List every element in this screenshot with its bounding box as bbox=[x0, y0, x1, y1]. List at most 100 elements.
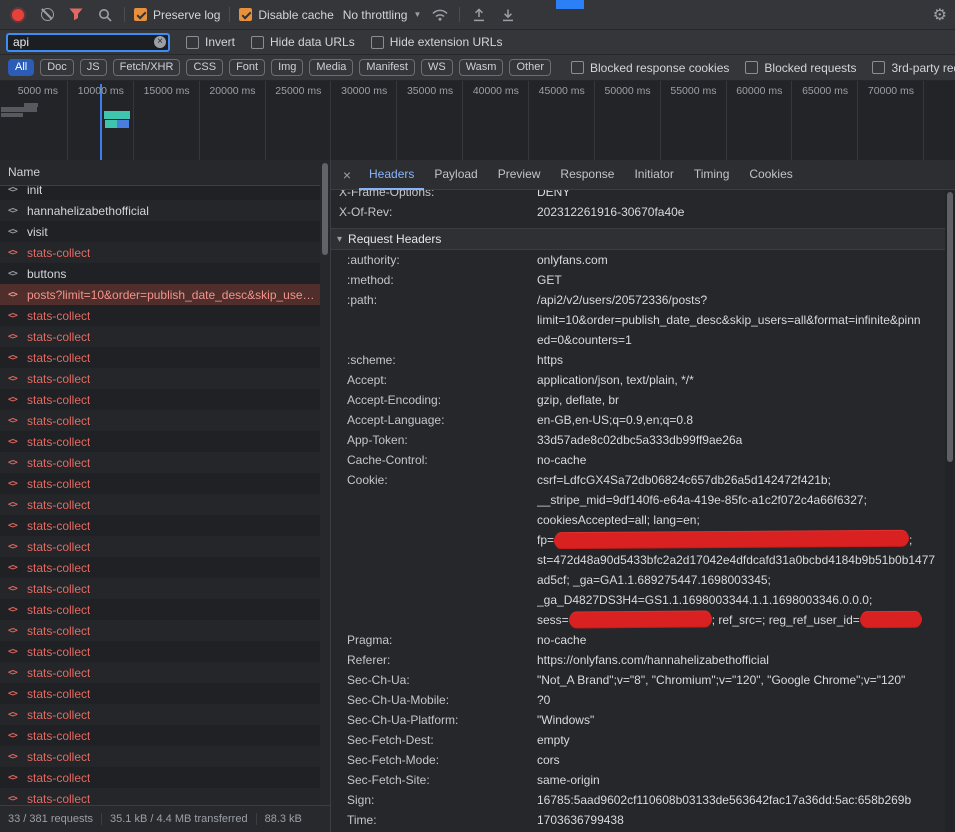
type-filter-img[interactable]: Img bbox=[271, 59, 303, 76]
header-row: :authority:onlyfans.com bbox=[331, 250, 955, 270]
script-icon: <> bbox=[8, 374, 22, 384]
request-row[interactable]: <>stats-collect bbox=[0, 578, 330, 599]
script-icon: <> bbox=[8, 479, 22, 489]
type-filter-js[interactable]: JS bbox=[80, 59, 107, 76]
record-button[interactable] bbox=[8, 5, 28, 25]
request-row[interactable]: <>stats-collect bbox=[0, 683, 330, 704]
clear-button[interactable] bbox=[37, 5, 57, 25]
request-row[interactable]: <>stats-collect bbox=[0, 326, 330, 347]
invert-checkbox[interactable]: Invert bbox=[186, 35, 235, 49]
request-row[interactable]: <>stats-collect bbox=[0, 389, 330, 410]
type-filter-doc[interactable]: Doc bbox=[40, 59, 74, 76]
type-filter-fetch-xhr[interactable]: Fetch/XHR bbox=[113, 59, 181, 76]
request-name: stats-collect bbox=[22, 582, 90, 596]
section-title: Request Headers bbox=[348, 232, 441, 246]
header-value-line: fp=; bbox=[537, 530, 955, 550]
preserve-log-checkbox[interactable]: Preserve log bbox=[134, 8, 220, 22]
type-filter-wasm[interactable]: Wasm bbox=[459, 59, 504, 76]
timeline-label: 15000 ms bbox=[128, 85, 190, 97]
clear-filter-icon[interactable]: × bbox=[154, 36, 166, 48]
filter-checkbox-blocked-response-cookies[interactable]: Blocked response cookies bbox=[571, 61, 729, 75]
type-filter-media[interactable]: Media bbox=[309, 59, 353, 76]
hide-extension-urls-checkbox[interactable]: Hide extension URLs bbox=[371, 35, 503, 49]
type-filter-all[interactable]: All bbox=[8, 59, 34, 76]
tab-preview[interactable]: Preview bbox=[488, 160, 551, 190]
filter-button[interactable] bbox=[66, 5, 86, 25]
request-row[interactable]: <>stats-collect bbox=[0, 620, 330, 641]
details-scrollbar-thumb[interactable] bbox=[947, 192, 953, 462]
timeline-label: 40000 ms bbox=[457, 85, 519, 97]
close-icon[interactable]: × bbox=[335, 167, 359, 183]
request-name: hannahelizabethofficial bbox=[22, 204, 149, 218]
type-filter-manifest[interactable]: Manifest bbox=[359, 59, 415, 76]
disable-cache-checkbox[interactable]: Disable cache bbox=[239, 8, 333, 22]
request-list: <>init<>hannahelizabethofficial<>visit<>… bbox=[0, 179, 330, 805]
timeline-label: 35000 ms bbox=[391, 85, 453, 97]
header-value: en-GB,en-US;q=0.9,en;q=0.8 bbox=[537, 410, 955, 430]
tab-cookies[interactable]: Cookies bbox=[739, 160, 802, 190]
request-row[interactable]: <>stats-collect bbox=[0, 494, 330, 515]
tab-headers[interactable]: Headers bbox=[359, 160, 424, 190]
tab-payload[interactable]: Payload bbox=[424, 160, 487, 190]
header-row: Accept:application/json, text/plain, */* bbox=[331, 370, 955, 390]
filter-checkbox-blocked-requests[interactable]: Blocked requests bbox=[745, 61, 856, 75]
toolbar-divider bbox=[459, 7, 460, 22]
timeline-overview[interactable]: 5000 ms10000 ms15000 ms20000 ms25000 ms3… bbox=[0, 81, 955, 160]
network-conditions-button[interactable] bbox=[430, 5, 450, 25]
tab-response[interactable]: Response bbox=[550, 160, 624, 190]
script-icon: <> bbox=[8, 416, 22, 426]
type-filter-css[interactable]: CSS bbox=[186, 59, 223, 76]
hide-data-urls-checkbox[interactable]: Hide data URLs bbox=[251, 35, 355, 49]
request-row[interactable]: <>stats-collect bbox=[0, 452, 330, 473]
request-row[interactable]: <>buttons bbox=[0, 263, 330, 284]
hide-extension-urls-label: Hide extension URLs bbox=[390, 35, 503, 49]
request-row[interactable]: <>stats-collect bbox=[0, 305, 330, 326]
filter-checkbox-3rd-party-requests[interactable]: 3rd-party requests bbox=[872, 61, 955, 75]
request-headers-section[interactable]: ▾ Request Headers bbox=[331, 228, 955, 250]
settings-button[interactable]: ⚙ bbox=[933, 5, 947, 25]
import-har-button[interactable] bbox=[469, 5, 489, 25]
tab-timing[interactable]: Timing bbox=[684, 160, 740, 190]
devtools-network-panel: Preserve log Disable cache No throttling… bbox=[0, 0, 955, 832]
type-filter-font[interactable]: Font bbox=[229, 59, 265, 76]
request-row[interactable]: <>stats-collect bbox=[0, 725, 330, 746]
filter-input[interactable] bbox=[6, 33, 170, 52]
request-row[interactable]: <>stats-collect bbox=[0, 599, 330, 620]
checkbox-icon bbox=[745, 61, 758, 74]
request-row[interactable]: <>posts?limit=10&order=publish_date_desc… bbox=[0, 284, 330, 305]
request-row[interactable]: <>hannahelizabethofficial bbox=[0, 200, 330, 221]
header-value: csrf=LdfcGX4Sa72db06824c657db26a5d142472… bbox=[537, 470, 955, 630]
toolbar-divider bbox=[229, 7, 230, 22]
script-icon: <> bbox=[8, 458, 22, 468]
request-row[interactable]: <>stats-collect bbox=[0, 767, 330, 788]
request-row[interactable]: <>stats-collect bbox=[0, 431, 330, 452]
request-row[interactable]: <>stats-collect bbox=[0, 410, 330, 431]
request-row[interactable]: <>stats-collect bbox=[0, 662, 330, 683]
request-row[interactable]: <>stats-collect bbox=[0, 347, 330, 368]
header-value: 16785:5aad9602cf110608b03133de563642fac1… bbox=[537, 790, 955, 810]
request-row[interactable]: <>stats-collect bbox=[0, 242, 330, 263]
script-icon: <> bbox=[8, 500, 22, 510]
search-button[interactable] bbox=[95, 5, 115, 25]
request-name: stats-collect bbox=[22, 456, 90, 470]
request-row[interactable]: <>stats-collect bbox=[0, 788, 330, 805]
name-column-header[interactable]: Name bbox=[0, 160, 330, 186]
tab-initiator[interactable]: Initiator bbox=[624, 160, 683, 190]
request-row[interactable]: <>stats-collect bbox=[0, 536, 330, 557]
request-row[interactable]: <>visit bbox=[0, 221, 330, 242]
header-value: https://onlyfans.com/hannahelizabethoffi… bbox=[537, 650, 955, 670]
request-row[interactable]: <>stats-collect bbox=[0, 641, 330, 662]
type-filter-ws[interactable]: WS bbox=[421, 59, 453, 76]
network-summary-bar: 33 / 381 requests 35.1 kB / 4.4 MB trans… bbox=[0, 805, 330, 832]
request-row[interactable]: <>stats-collect bbox=[0, 557, 330, 578]
request-row[interactable]: <>stats-collect bbox=[0, 473, 330, 494]
throttling-select[interactable]: No throttling ▼ bbox=[343, 8, 422, 22]
export-har-button[interactable] bbox=[498, 5, 518, 25]
request-row[interactable]: <>stats-collect bbox=[0, 515, 330, 536]
request-row[interactable]: <>stats-collect bbox=[0, 704, 330, 725]
requests-scrollbar-thumb[interactable] bbox=[322, 163, 328, 255]
request-row[interactable]: <>stats-collect bbox=[0, 746, 330, 767]
request-row[interactable]: <>stats-collect bbox=[0, 368, 330, 389]
header-value-line: _ga_D4827DS3H4=GS1.1.1698003344.1.1.1698… bbox=[537, 590, 955, 610]
type-filter-other[interactable]: Other bbox=[509, 59, 551, 76]
